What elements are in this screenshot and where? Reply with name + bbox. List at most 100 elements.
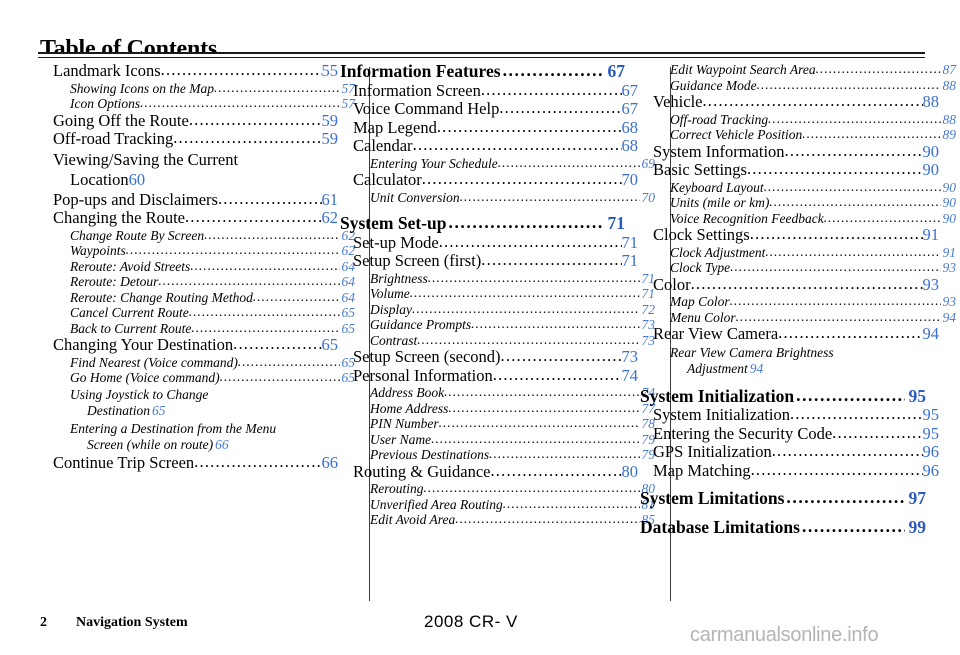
toc-leader-dots — [161, 62, 322, 79]
toc-entry[interactable]: Setup Screen (first) 71 — [340, 252, 638, 270]
toc-entry[interactable]: Unit Conversion70 — [340, 190, 655, 205]
toc-leader-dots — [190, 259, 339, 273]
toc-entry[interactable]: Map Legend 68 — [340, 119, 638, 137]
toc-entry[interactable]: Correct Vehicle Position 89 — [640, 128, 956, 142]
toc-entry[interactable]: System Initialization 95 — [640, 405, 940, 424]
toc-entry[interactable]: User Name79 — [340, 432, 655, 447]
toc-entry[interactable]: Setup Screen (second) 73 — [340, 348, 638, 366]
toc-entry[interactable]: Rerouting80 — [340, 482, 655, 496]
toc-entry[interactable]: Vehicle 88 — [640, 93, 939, 111]
toc-entry[interactable]: Display72 — [340, 302, 655, 317]
toc-entry[interactable]: Map Color 93 — [640, 295, 956, 309]
toc-entry[interactable]: Clock Adjustment 91 — [640, 245, 956, 260]
toc-entry-label: Map Color — [670, 294, 730, 309]
toc-entry-label: Rear View Camera Brightness — [670, 344, 834, 360]
toc-entry[interactable]: Edit Waypoint Search Area 87 — [640, 63, 956, 77]
toc-entry[interactable]: Landmark Icons 55 — [40, 62, 338, 80]
toc-entry[interactable]: Calendar 68 — [340, 136, 638, 155]
toc-entry-label: Clock Type — [670, 260, 731, 275]
toc-entry[interactable]: System Limitations 97 — [640, 489, 926, 508]
toc-entry[interactable]: Viewing/Saving the Current Location 60 — [40, 150, 325, 190]
toc-entry[interactable]: Home Address77 — [340, 401, 655, 416]
toc-entry[interactable]: Voice Recognition Feedback 90 — [640, 210, 956, 226]
toc-entry[interactable]: Using Joystick to Change Destination 65 — [40, 387, 325, 419]
toc-entry[interactable]: Entering Your Schedule69 — [340, 156, 655, 171]
toc-entry[interactable]: Clock Type 93 — [640, 261, 956, 275]
toc-entry[interactable]: Contrast73 — [340, 333, 655, 348]
toc-leader-dots — [410, 286, 640, 300]
toc-entry[interactable]: Color 93 — [640, 276, 939, 294]
toc-entry[interactable]: Volume71 — [340, 287, 655, 301]
toc-entry[interactable]: Guidance Prompts73 — [340, 318, 655, 332]
toc-entry-label: System Set-up — [340, 213, 447, 233]
toc-entry[interactable]: Entering the Security Code 95 — [640, 425, 939, 443]
toc-entry[interactable]: Continue Trip Screen 66 — [40, 452, 338, 472]
toc-entry[interactable]: Icon Options57 — [40, 97, 355, 111]
toc-entry[interactable]: Pop-ups and Disclaimers 61 — [40, 191, 338, 209]
toc-entry[interactable]: Map Matching 96 — [640, 462, 939, 480]
toc-leader-dots — [498, 156, 640, 170]
toc-entry[interactable]: Waypoints62 — [40, 244, 355, 258]
toc-entry-label-line2: Destination — [87, 402, 150, 418]
toc-entry[interactable]: Off-road Tracking 59 — [40, 130, 338, 148]
toc-entry[interactable]: Off-road Tracking 88 — [640, 112, 956, 127]
toc-page-number: 67 — [621, 99, 639, 118]
toc-entry[interactable]: Database Limitations 99 — [640, 518, 926, 537]
header-divider-rule — [38, 52, 925, 58]
toc-entry[interactable]: Entering a Destination from the Menu Scre… — [40, 421, 325, 453]
toc-page-number: 95 — [922, 405, 940, 424]
toc-entry[interactable]: Basic Settings 90 — [640, 161, 939, 179]
toc-leader-dots — [757, 78, 941, 92]
toc-entry-label: Keyboard Layout — [670, 179, 764, 195]
toc-entry[interactable]: Brightness71 — [340, 271, 655, 286]
toc-entry[interactable]: Reroute: Detour64 — [40, 275, 355, 289]
toc-entry[interactable]: Keyboard Layout 90 — [640, 179, 956, 195]
toc-entry[interactable]: Go Home (Voice command)65 — [40, 371, 355, 385]
toc-entry[interactable]: GPS Initialization 96 — [640, 443, 939, 461]
toc-entry-label: Units (mile or km) — [670, 195, 770, 210]
toc-entry[interactable]: Reroute: Avoid Streets64 — [40, 259, 355, 274]
toc-entry-label: Calendar — [353, 136, 413, 155]
toc-entry[interactable]: Back to Current Route65 — [40, 321, 355, 336]
toc-entry[interactable]: Changing the Route 62 — [40, 209, 338, 227]
toc-entry-continuation: Destination 65 — [70, 403, 325, 419]
toc-entry-label: Continue Trip Screen — [53, 452, 195, 472]
toc-entry[interactable]: Information Features 67 — [340, 62, 625, 81]
toc-entry[interactable]: Rear View Camera 94 — [640, 325, 939, 343]
toc-entry[interactable]: Voice Command Help 67 — [340, 99, 639, 118]
toc-entry-label: Using Joystick to Change — [70, 386, 209, 402]
toc-entry[interactable]: Unverified Area Routing81 — [340, 496, 655, 512]
toc-entry[interactable]: PIN Number78 — [340, 417, 655, 431]
toc-entry[interactable]: Clock Settings 91 — [640, 226, 939, 244]
toc-entry[interactable]: Changing Your Destination 65 — [40, 336, 338, 354]
toc-entry[interactable]: Showing Icons on the Map57 — [40, 81, 355, 96]
toc-entry[interactable]: Calculator 70 — [340, 171, 638, 189]
toc-page-number: 94 — [942, 309, 957, 325]
toc-entry[interactable]: Previous Destinations79 — [340, 448, 655, 462]
toc-entry-label: Find Nearest (Voice command) — [70, 354, 238, 370]
toc-entry[interactable]: Reroute: Change Routing Method64 — [40, 290, 355, 305]
toc-entry[interactable]: Edit Avoid Area85 — [340, 513, 655, 527]
toc-entry[interactable]: Menu Color 94 — [640, 309, 957, 325]
toc-entry[interactable]: Cancel Current Route65 — [40, 306, 355, 320]
toc-entry[interactable]: System Initialization 95 — [640, 387, 926, 406]
toc-entry[interactable]: Find Nearest (Voice command)65 — [40, 354, 355, 370]
toc-entry[interactable]: Set-up Mode 71 — [340, 234, 638, 252]
toc-leader-dots — [501, 62, 604, 80]
toc-entry[interactable]: Guidance Mode 88 — [640, 78, 956, 93]
toc-entry[interactable]: Personal Information 74 — [340, 365, 639, 385]
toc-entry[interactable]: Going Off the Route 59 — [40, 112, 338, 130]
toc-leader-dots — [702, 93, 922, 110]
toc-page-number: 74 — [621, 365, 639, 385]
toc-entry[interactable]: Information Screen 67 — [340, 82, 638, 100]
toc-entry[interactable]: Rear View Camera Brightness Adjustment 94 — [640, 345, 926, 377]
toc-entry[interactable]: System Set-up 71 — [340, 213, 625, 233]
toc-entry[interactable]: Routing & Guidance 80 — [340, 463, 638, 481]
toc-entry[interactable]: Change Route By Screen62 — [40, 228, 355, 243]
toc-entry[interactable]: Units (mile or km) 90 — [640, 196, 956, 210]
toc-entry-label: Unverified Area Routing — [370, 496, 503, 512]
toc-entry[interactable]: Address Book74 — [340, 386, 655, 400]
toc-entry-label: Voice Recognition Feedback — [670, 210, 824, 226]
toc-entry[interactable]: System Information 90 — [640, 143, 939, 161]
toc-leader-dots — [824, 211, 941, 225]
